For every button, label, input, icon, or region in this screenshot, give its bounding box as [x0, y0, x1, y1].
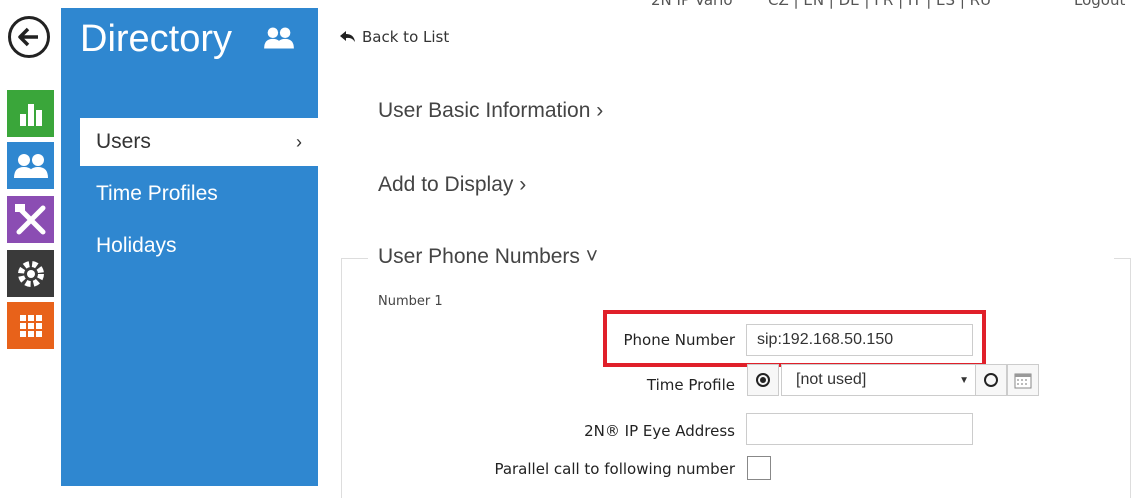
number-1-label: Number 1: [378, 294, 443, 309]
reply-arrow-icon: [340, 31, 355, 42]
system-menu-button[interactable]: [7, 250, 54, 297]
sidebar-item-label: Time Profiles: [96, 182, 218, 205]
sidebar-item-label: Holidays: [96, 234, 177, 257]
back-to-list-label: Back to List: [362, 28, 450, 46]
hardware-menu-button[interactable]: [7, 196, 54, 243]
sidebar-item-label: Users: [96, 130, 151, 153]
users-icon: [264, 27, 294, 49]
section-user-basic-info[interactable]: User Basic Information ›: [378, 99, 603, 123]
grid-icon: [19, 314, 42, 337]
sidebar-item-holidays[interactable]: Holidays: [80, 222, 318, 270]
device-model: 2N IP Vario: [651, 0, 733, 9]
calendar-icon: [1014, 373, 1032, 389]
sidebar-item-time-profiles[interactable]: Time Profiles: [80, 170, 318, 218]
sidebar-title: Directory: [80, 18, 233, 60]
tools-icon: [14, 203, 45, 234]
services-menu-button[interactable]: [7, 302, 54, 349]
icon-rail: [0, 0, 60, 486]
directory-menu-button[interactable]: [7, 142, 54, 189]
time-profile-select[interactable]: [not used] ▼: [781, 364, 976, 396]
eye-address-input[interactable]: [746, 413, 973, 445]
radio-unselected-icon: [984, 373, 998, 387]
calendar-button[interactable]: [1007, 364, 1039, 396]
radio-selected-icon: [756, 373, 770, 387]
gear-icon: [17, 260, 44, 287]
directory-sidebar: Directory Users › Time Profiles Holidays: [61, 8, 318, 486]
language-selector[interactable]: CZ | EN | DE | FR | IT | ES | RU: [768, 0, 991, 9]
parallel-call-checkbox[interactable]: [747, 456, 771, 480]
chevron-right-icon: ›: [296, 131, 302, 152]
logout-link[interactable]: Logout: [1074, 0, 1125, 9]
back-arrow-icon: [18, 27, 38, 47]
users-icon: [13, 153, 48, 178]
parallel-call-label: Parallel call to following number: [494, 460, 735, 478]
bar-chart-icon: [19, 103, 42, 126]
section-add-to-display[interactable]: Add to Display ›: [378, 173, 526, 197]
highlight-box: [603, 310, 986, 367]
back-to-list-link[interactable]: Back to List: [340, 28, 449, 46]
time-profile-radio-custom[interactable]: [975, 364, 1007, 396]
sidebar-item-users[interactable]: Users ›: [80, 118, 318, 166]
dropdown-arrow-icon: ▼: [959, 374, 969, 386]
time-profile-radio-select[interactable]: [747, 364, 779, 396]
section-user-phone-numbers[interactable]: User Phone Numbers ˅: [378, 245, 598, 269]
time-profile-value: [not used]: [796, 371, 867, 388]
eye-address-label: 2N® IP Eye Address: [584, 422, 735, 440]
status-menu-button[interactable]: [7, 90, 54, 137]
time-profile-label: Time Profile: [646, 376, 735, 394]
back-button[interactable]: [8, 16, 50, 58]
